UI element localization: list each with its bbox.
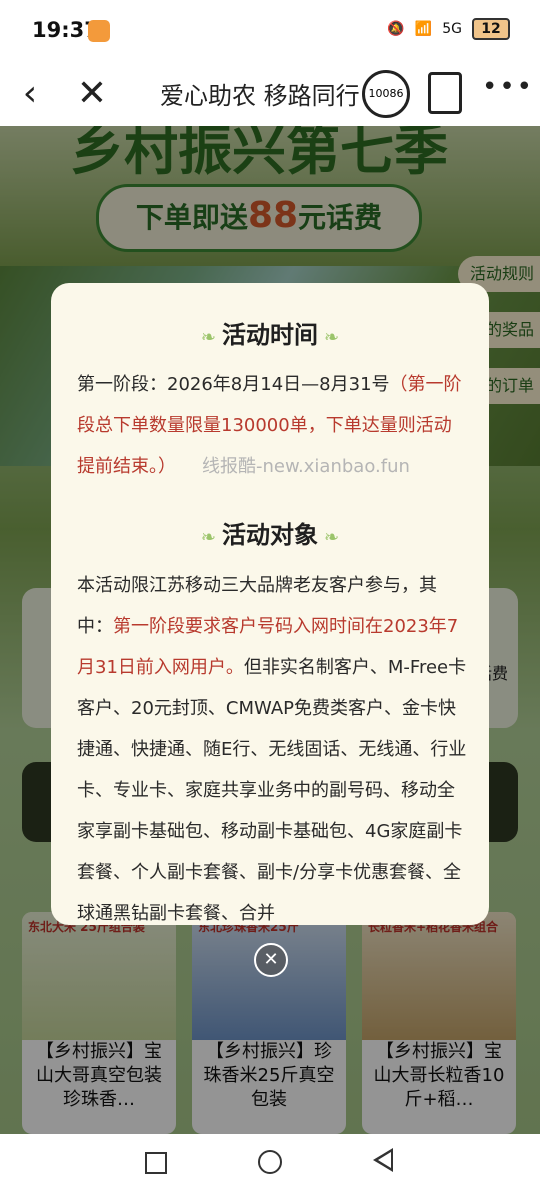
time-section-title: 活动时间 — [222, 321, 318, 349]
time-section-heading: ❧ 活动时间 ❧ — [51, 315, 489, 350]
target-section-title: 活动对象 — [222, 521, 318, 549]
target-section-heading: ❧ 活动对象 ❧ — [51, 515, 489, 550]
leaf-icon: ❧ — [324, 527, 340, 548]
more-icon[interactable]: ••• — [482, 72, 534, 102]
close-button[interactable]: ✕ — [70, 72, 114, 116]
mute-icon: 🔕 — [387, 21, 405, 37]
status-bar: 19:37 🔕 📶 5G 12 — [0, 0, 540, 62]
system-back-button[interactable] — [373, 1148, 393, 1172]
time-section-body: 第一阶段：2026年8月14日—8月31号（第一阶段总下单数量限量130000单… — [77, 364, 469, 487]
page-title: 爱心助农 移路同行 — [160, 82, 360, 110]
modal-close-button[interactable]: ✕ — [254, 943, 288, 977]
time-text: 第一阶段：2026年8月14日—8月31号 — [77, 374, 390, 395]
target-section-body: 本活动限江苏移动三大品牌老友客户参与，其中：第一阶段要求客户号码入网时间在202… — [77, 565, 469, 925]
target-text-2: 但非实名制客户、M-Free卡客户、20元封顶、CMWAP免费类客户、金卡快捷通… — [77, 657, 467, 924]
home-button[interactable] — [258, 1150, 282, 1174]
wifi-icon: 📶 — [414, 21, 433, 37]
recents-button[interactable] — [145, 1152, 167, 1174]
nav-bar: ‹ ✕ 爱心助农 移路同行 10086 ••• — [0, 62, 540, 126]
leaf-icon: ❧ — [324, 327, 340, 348]
system-nav-bar — [0, 1134, 540, 1191]
status-icons: 🔕 📶 5G 12 — [387, 18, 510, 40]
notes-icon[interactable] — [428, 72, 462, 114]
battery-icon: 12 — [472, 18, 510, 40]
phone-service-icon[interactable]: 10086 — [362, 70, 410, 118]
watermark: 线报酷-new.xianbao.fun — [202, 456, 410, 477]
activity-rules-modal: ❧ 活动时间 ❧ 第一阶段：2026年8月14日—8月31号（第一阶段总下单数量限量… — [51, 283, 489, 925]
leaf-icon: ❧ — [200, 527, 216, 548]
network-label: 5G — [442, 21, 462, 37]
app-notification-icon — [88, 20, 110, 42]
back-button[interactable]: ‹ — [8, 72, 52, 116]
leaf-icon: ❧ — [200, 327, 216, 348]
